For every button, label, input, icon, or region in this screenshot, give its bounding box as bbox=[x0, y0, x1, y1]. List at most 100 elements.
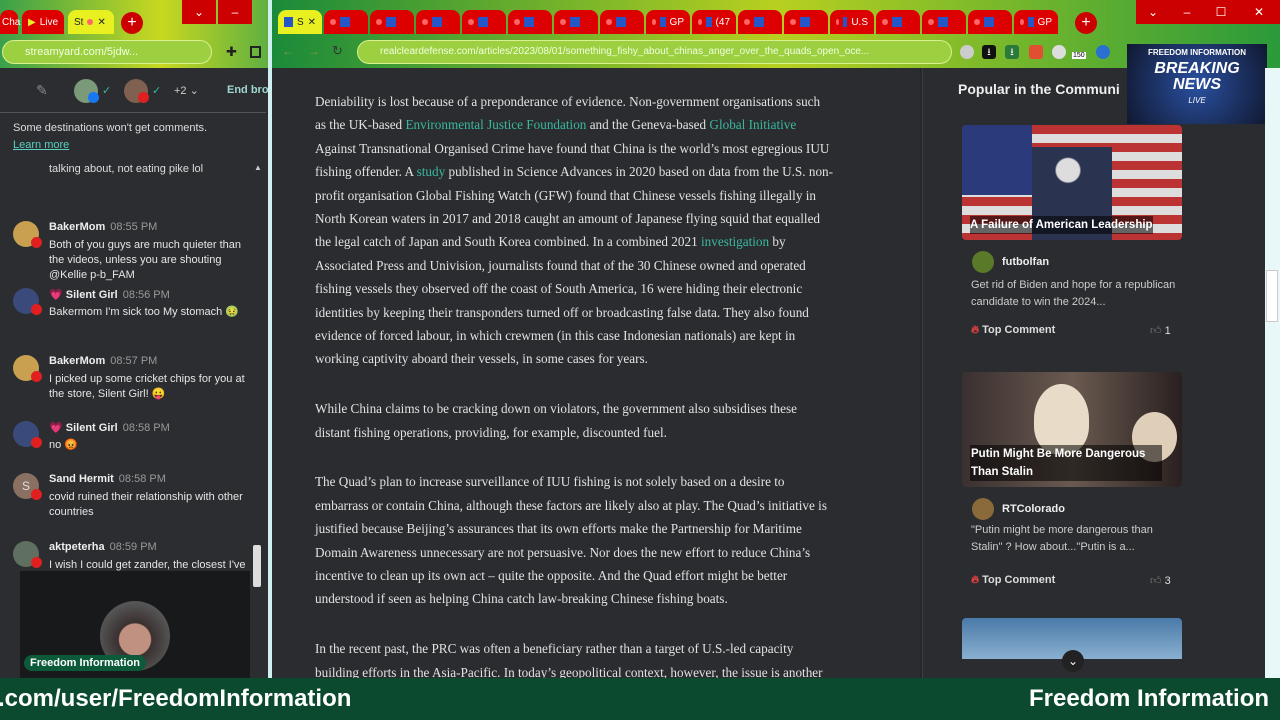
extensions-icon[interactable]: ✚ bbox=[226, 44, 237, 60]
thumbs-up-icon: 👍︎ bbox=[1150, 325, 1162, 337]
popular-sidebar: Popular in the Communi A Failure of Amer… bbox=[922, 44, 1267, 678]
close-window-button[interactable]: ✕ bbox=[1238, 0, 1280, 24]
youtube-destination-avatar[interactable] bbox=[124, 79, 149, 103]
browser-tab[interactable] bbox=[922, 10, 966, 34]
chat-author: BakerMom 08:57 PM bbox=[49, 355, 158, 367]
minimize-button[interactable]: – bbox=[1170, 0, 1204, 24]
tab-search-button[interactable]: ⌄ bbox=[182, 0, 216, 24]
page-scrollbar[interactable] bbox=[1265, 68, 1280, 678]
article-link[interactable]: investigation bbox=[701, 234, 769, 249]
favicon-icon bbox=[570, 17, 580, 27]
extension-icon[interactable] bbox=[1052, 45, 1066, 59]
forward-button[interactable]: → bbox=[308, 44, 320, 58]
fire-icon: 🔥︎ bbox=[971, 324, 980, 336]
browser-tab[interactable] bbox=[876, 10, 920, 34]
download-extension-icon[interactable]: ⭳ bbox=[1005, 45, 1019, 59]
youtube-icon bbox=[376, 19, 382, 25]
article-line: working captivity aboard their vessels, … bbox=[315, 347, 915, 370]
article-line: distant fishing operations, providing, f… bbox=[315, 421, 915, 444]
youtube-icon bbox=[928, 19, 934, 25]
close-tab-icon[interactable]: ✕ bbox=[308, 17, 316, 28]
article-text: the legal catch of Japan and South Korea… bbox=[315, 234, 701, 250]
card-image: A Failure of American Leadership bbox=[962, 125, 1182, 240]
article-line: fishing offender. A study published in S… bbox=[315, 160, 915, 183]
back-button[interactable]: ← bbox=[282, 44, 294, 58]
article-line: embarrass or contain China, although the… bbox=[315, 494, 915, 517]
youtube-icon bbox=[31, 237, 42, 248]
more-destinations-button[interactable]: +2 ⌄ bbox=[174, 84, 199, 97]
extension-icon[interactable] bbox=[1096, 45, 1110, 59]
article-link[interactable]: study bbox=[417, 164, 446, 179]
tab-search-button[interactable]: ⌄ bbox=[1136, 0, 1170, 24]
user-name: futbolfan bbox=[1002, 256, 1050, 268]
check-icon: ✓ bbox=[102, 85, 112, 97]
card-title[interactable]: Putin Might Be More Dangerous Than Stali… bbox=[970, 445, 1162, 481]
scroll-up-arrow[interactable]: ▲ bbox=[254, 163, 262, 172]
article-text: and the Geneva-based bbox=[586, 117, 710, 133]
tab-chat[interactable]: Cha bbox=[0, 10, 20, 34]
tab-streamyard[interactable]: St ✕ bbox=[68, 10, 114, 34]
new-tab-button[interactable]: + bbox=[121, 12, 143, 34]
browser-tab[interactable]: GP bbox=[1014, 10, 1058, 34]
popular-card[interactable]: A Failure of American Leadership futbolf… bbox=[962, 125, 1182, 337]
browser-tab[interactable] bbox=[968, 10, 1012, 34]
tab-live[interactable]: ▶ Live bbox=[22, 10, 64, 34]
minimize-button[interactable]: – bbox=[218, 0, 252, 24]
chat-message-truncated: talking about, not eating pike lol bbox=[49, 163, 204, 175]
browser-tab[interactable] bbox=[324, 10, 368, 34]
nesting-doll-image bbox=[1034, 384, 1089, 454]
ticker-text-right: Freedom Information bbox=[1029, 685, 1270, 712]
card-title[interactable]: A Failure of American Leadership bbox=[970, 216, 1153, 234]
popular-card[interactable]: Putin Might Be More Dangerous Than Stali… bbox=[962, 372, 1182, 587]
tab-label: (47 bbox=[715, 16, 730, 28]
article-link[interactable]: Environmental Justice Foundation bbox=[405, 117, 586, 132]
article-line: Domain Awareness unnecessary are not per… bbox=[315, 541, 915, 564]
reload-icon[interactable]: ↻ bbox=[332, 43, 343, 59]
favicon-icon bbox=[800, 17, 810, 27]
article-text: evidence of forced labour, in which crew… bbox=[315, 327, 796, 343]
card-comment[interactable]: Get rid of Biden and hope for a republic… bbox=[971, 277, 1181, 311]
like-count[interactable]: 👍︎ 1 bbox=[1150, 324, 1171, 337]
article-link[interactable]: Global Initiative bbox=[709, 117, 796, 132]
end-broadcast-button[interactable]: End bro bbox=[227, 84, 269, 96]
article-line: fishing vessels they observed off the co… bbox=[315, 277, 915, 300]
browser-tab[interactable]: U.S bbox=[830, 10, 874, 34]
card-comment[interactable]: "Putin might be more dangerous than Stal… bbox=[971, 522, 1181, 556]
chat-scrollbar-thumb[interactable] bbox=[253, 545, 261, 587]
facebook-destination-avatar[interactable] bbox=[74, 79, 99, 103]
article-paragraph: Deniability is lost because of a prepond… bbox=[315, 90, 915, 371]
browser-tab[interactable]: S ✕ bbox=[278, 10, 322, 34]
new-tab-button[interactable]: + bbox=[1075, 12, 1097, 34]
tab-label: St bbox=[74, 16, 84, 28]
browser-tab[interactable] bbox=[462, 10, 506, 34]
favicon-icon bbox=[705, 17, 712, 27]
browser-tab[interactable]: (47 bbox=[692, 10, 736, 34]
like-count[interactable]: 👍︎ 3 bbox=[1150, 574, 1171, 587]
article-text: fishing vessels they observed off the co… bbox=[315, 281, 803, 297]
maximize-button[interactable]: ☐ bbox=[1204, 0, 1238, 24]
browser-tab[interactable] bbox=[416, 10, 460, 34]
address-bar[interactable]: realcleardefense.com/articles/2023/08/01… bbox=[357, 40, 952, 64]
close-tab-icon[interactable]: ✕ bbox=[97, 17, 105, 28]
browser-tab[interactable] bbox=[784, 10, 828, 34]
extension-icon[interactable] bbox=[1029, 45, 1043, 59]
browser-tab[interactable] bbox=[508, 10, 552, 34]
browser-tab[interactable] bbox=[738, 10, 782, 34]
edit-icon[interactable]: ✎ bbox=[36, 82, 48, 99]
extension-icon[interactable] bbox=[960, 45, 974, 59]
scroll-down-button[interactable]: ⌄ bbox=[1062, 650, 1084, 672]
browser-tab[interactable] bbox=[370, 10, 414, 34]
browser-tab[interactable]: GP bbox=[646, 10, 690, 34]
scrollbar-thumb[interactable] bbox=[1266, 270, 1278, 322]
address-bar[interactable]: streamyard.com/5jdw... bbox=[2, 40, 212, 64]
side-panel-icon[interactable] bbox=[250, 46, 261, 58]
article-text: by bbox=[769, 234, 786, 250]
favicon-icon bbox=[892, 17, 902, 27]
browser-tab[interactable] bbox=[600, 10, 644, 34]
browser-tab[interactable] bbox=[554, 10, 598, 34]
download-icon[interactable]: ⭳ bbox=[982, 45, 996, 59]
article-text: published in Science Advances in 2020 ba… bbox=[445, 164, 834, 180]
extension-badge[interactable]: 150 bbox=[1072, 52, 1086, 59]
article-text: identities by keeping their transponders… bbox=[315, 304, 809, 320]
learn-more-link[interactable]: Learn more bbox=[13, 139, 69, 151]
